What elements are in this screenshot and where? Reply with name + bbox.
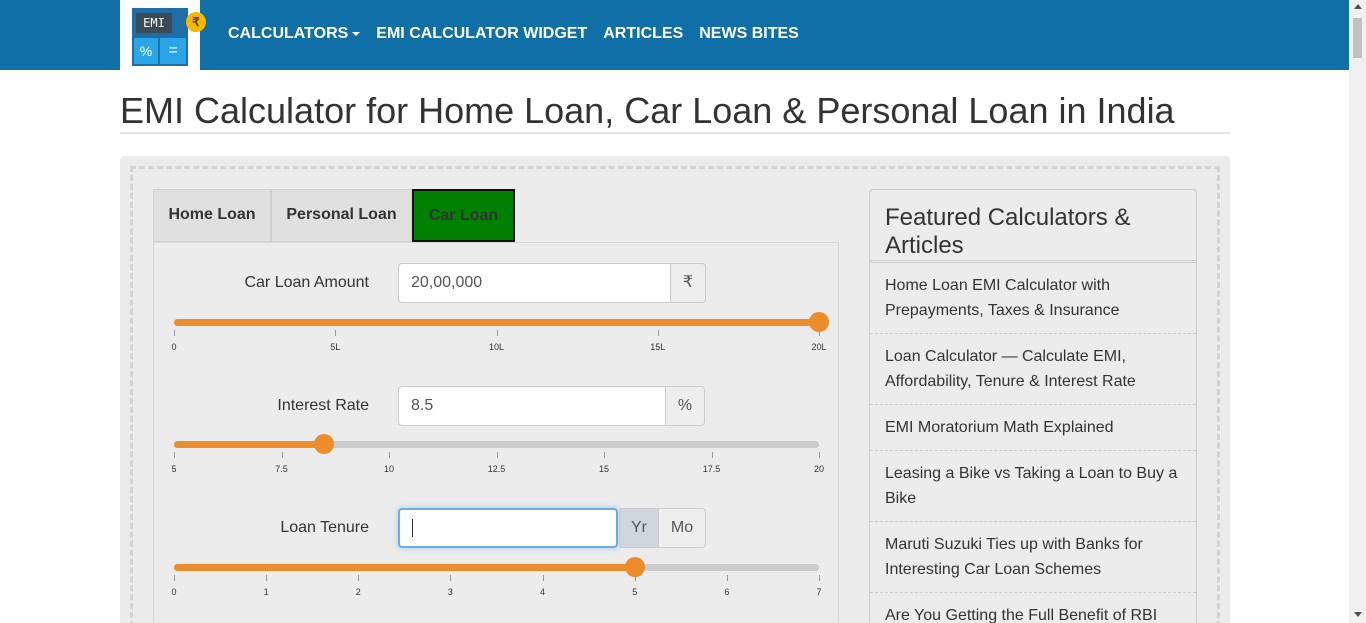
loan-amount-slider-fill	[174, 319, 819, 326]
interest-rate-input[interactable]: 8.5	[398, 386, 666, 426]
slider-tick	[819, 452, 820, 458]
slider-tick	[711, 452, 713, 458]
slider-tick-label: 10	[383, 464, 395, 474]
slider-tick	[389, 452, 390, 458]
sidebar-link-home-loan-emi[interactable]: Home Loan EMI Calculator with Prepayment…	[870, 263, 1196, 334]
slider-tick	[496, 452, 498, 458]
sidebar-link-rbi-benefit[interactable]: Are You Getting the Full Benefit of RBI	[870, 593, 1196, 623]
sidebar-link-emi-moratorium[interactable]: EMI Moratorium Math Explained	[870, 405, 1196, 451]
loan-amount-scale: 0 5L 10L 15L 20L	[171, 330, 827, 360]
emi-logo[interactable]: EMI % = ₹	[120, 0, 206, 80]
interest-rate-slider-handle[interactable]	[314, 434, 335, 454]
logo-equals-key: =	[160, 38, 186, 64]
sidebar-heading: Featured Calculators & Articles	[885, 204, 1131, 259]
interest-rate-slider[interactable]	[174, 434, 819, 454]
tenure-month-toggle[interactable]: Mo	[658, 508, 706, 548]
slider-tick-label: 12.5	[487, 464, 506, 474]
loan-tenure-slider[interactable]	[174, 557, 819, 577]
nav-emi-calculator-widget[interactable]: EMI CALCULATOR WIDGET	[376, 25, 587, 43]
loan-tenure-scale: 0 1 2 3 4 5 6 7	[171, 575, 822, 605]
slider-tick	[174, 330, 175, 336]
rupee-badge-icon: ₹	[186, 12, 206, 32]
slider-tick-label: 3	[447, 587, 453, 597]
rupee-addon: ₹	[670, 263, 706, 303]
top-navbar: EMI % = ₹ CALCULATORS EMI CALCULATOR WID…	[0, 0, 1349, 80]
scroll-thumb[interactable]	[1353, 18, 1362, 58]
loan-tenure-label: Loan Tenure	[280, 519, 369, 536]
tab-car-loan[interactable]: Car Loan	[412, 189, 515, 242]
nav-menu: CALCULATORS EMI CALCULATOR WIDGET ARTICL…	[228, 25, 815, 43]
text-cursor	[412, 519, 413, 537]
caret-down-icon	[352, 31, 361, 36]
loan-tenure-input[interactable]	[398, 508, 618, 548]
slider-tick-label: 15	[598, 464, 610, 474]
slider-tick	[496, 330, 498, 336]
interest-rate-label: Interest Rate	[277, 397, 369, 414]
percent-addon: %	[665, 386, 705, 426]
nav-articles[interactable]: ARTICLES	[603, 25, 683, 43]
slider-tick-label: 20	[813, 464, 825, 474]
loan-amount-slider[interactable]	[174, 312, 829, 332]
slider-tick	[266, 575, 268, 581]
slider-tick-label: 2	[355, 587, 361, 597]
loan-form-panel: Car Loan Amount 20,00,000 ₹ 0 5L 10L 15L 20L…	[153, 242, 839, 623]
slider-tick	[174, 452, 175, 458]
calculator-logo-icon: EMI % = ₹	[132, 8, 206, 66]
slider-tick	[335, 330, 337, 336]
nav-calculators-label: CALCULATORS	[228, 25, 349, 42]
sidebar-link-leasing-bike[interactable]: Leasing a Bike vs Taking a Loan to Buy a…	[870, 451, 1196, 522]
slider-tick-label: 5L	[330, 342, 341, 352]
slider-tick-label: 5	[632, 587, 638, 597]
slider-tick-label: 7.5	[275, 464, 288, 474]
slider-tick-label: 20L	[811, 342, 827, 352]
slider-tick	[358, 575, 360, 581]
loan-tenure-slider-handle[interactable]	[624, 557, 645, 577]
slider-tick-label: 5	[171, 464, 177, 474]
slider-tick-label: 6	[724, 587, 730, 597]
slider-tick-label: 10L	[488, 342, 505, 352]
featured-sidebar: Featured Calculators & Articles Home Loa…	[869, 189, 1197, 623]
loan-amount-label: Car Loan Amount	[244, 274, 369, 291]
loan-amount-input[interactable]: 20,00,000	[398, 263, 671, 303]
loan-tenure-slider-fill	[174, 564, 635, 571]
interest-rate-scale: 5 7.5 10 12.5 15 17.5 20	[171, 452, 824, 482]
tab-personal-loan[interactable]: Personal Loan	[271, 189, 412, 242]
slider-tick-label: 15L	[650, 342, 666, 352]
slider-tick	[819, 330, 820, 336]
slider-tick-label: 7	[816, 587, 822, 597]
slider-tick-label: 4	[540, 587, 546, 597]
slider-tick	[604, 452, 605, 458]
scroll-up-arrow-icon[interactable]	[1354, 4, 1362, 9]
slider-tick-label: 0	[171, 342, 177, 352]
slider-tick	[450, 575, 452, 581]
slider-tick	[281, 452, 283, 458]
slider-tick-label: 1	[263, 587, 269, 597]
tenure-year-toggle[interactable]: Yr	[619, 508, 659, 548]
sidebar-link-maruti-suzuki[interactable]: Maruti Suzuki Ties up with Banks for Int…	[870, 522, 1196, 593]
tab-home-loan[interactable]: Home Loan	[153, 189, 271, 242]
slider-tick	[726, 575, 728, 581]
sidebar-link-loan-calculator[interactable]: Loan Calculator — Calculate EMI, Afforda…	[870, 334, 1196, 405]
slider-tick	[634, 575, 636, 581]
loan-amount-slider-handle[interactable]	[809, 312, 829, 332]
title-divider	[120, 132, 1230, 134]
page-scrollbar[interactable]	[1349, 0, 1366, 623]
logo-screen-text: EMI	[136, 13, 172, 33]
interest-rate-slider-fill	[174, 441, 325, 448]
slider-tick-label: 17.5	[702, 464, 721, 474]
scroll-down-arrow-icon[interactable]	[1354, 612, 1362, 617]
slider-tick	[819, 575, 820, 581]
slider-tick	[174, 575, 175, 581]
slider-tick	[542, 575, 544, 581]
page-title: EMI Calculator for Home Loan, Car Loan &…	[120, 90, 1175, 131]
nav-news-bites[interactable]: NEWS BITES	[699, 25, 799, 43]
nav-calculators[interactable]: CALCULATORS	[228, 25, 361, 43]
sidebar-link-list: Home Loan EMI Calculator with Prepayment…	[870, 263, 1196, 623]
slider-tick	[657, 330, 659, 336]
slider-tick-label: 0	[171, 587, 177, 597]
logo-percent-key: %	[134, 38, 158, 64]
